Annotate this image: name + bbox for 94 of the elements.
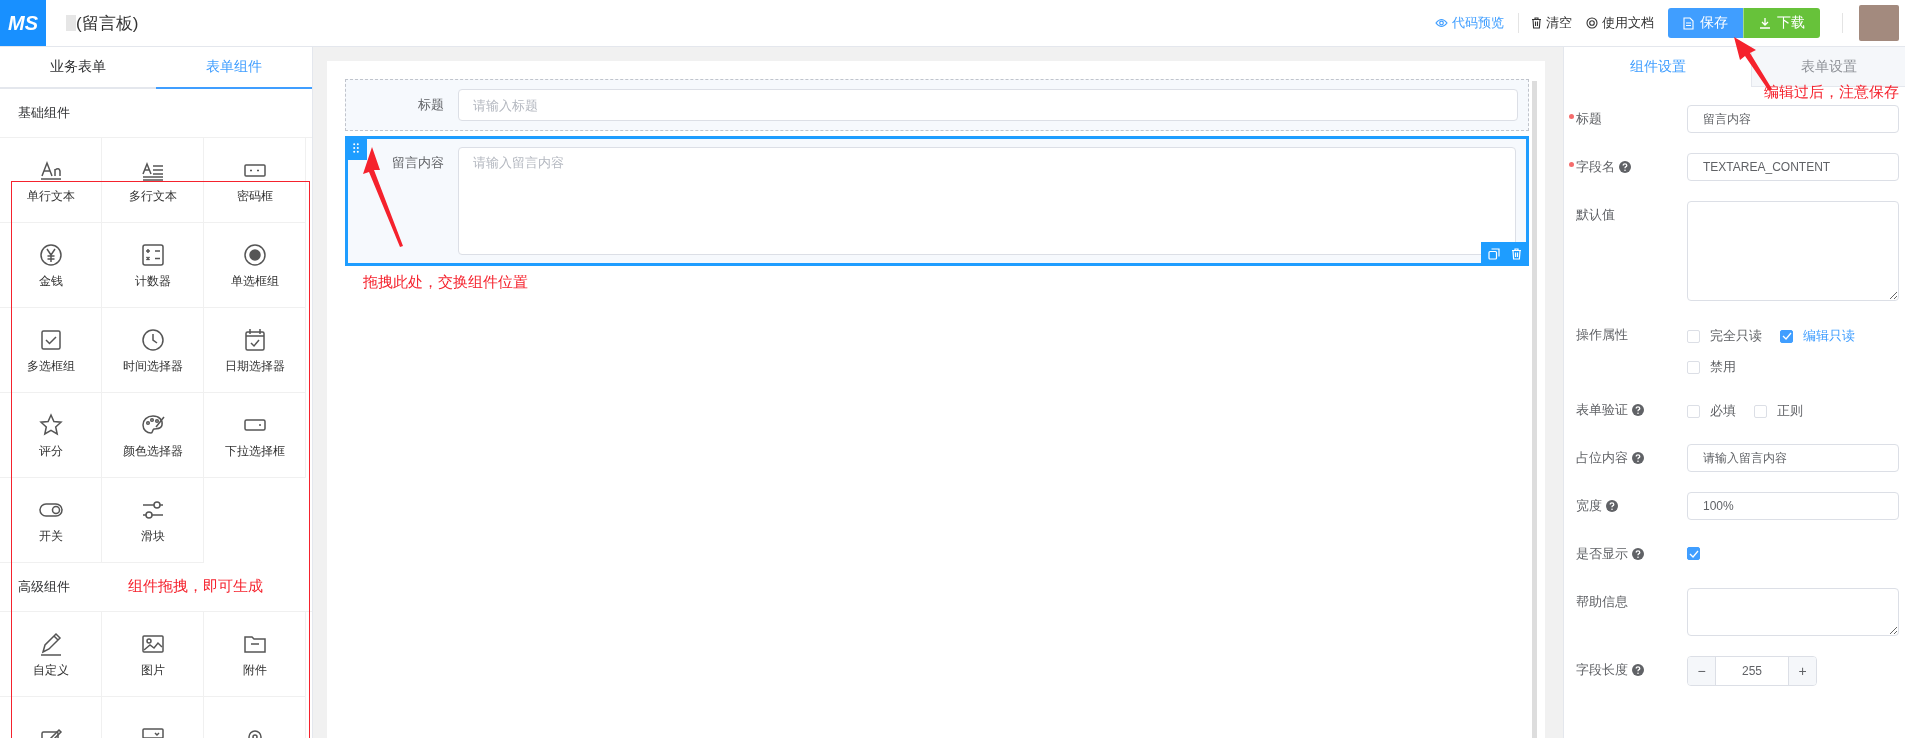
number-stepper[interactable]: − 255 + [1687,656,1817,686]
docs-link[interactable]: 使用文档 [1586,14,1654,32]
trash-icon [1531,17,1542,29]
scrollbar[interactable] [1532,81,1537,738]
component-label: 图片 [140,661,165,679]
component-label: 颜色选择器 [122,442,183,460]
form-item[interactable]: 留言内容 请输入留言内容 [345,136,1529,266]
field-label: 标题 [417,96,445,114]
group-title: 高级组件 [18,578,70,596]
field-label: 表单验证 [1576,401,1628,419]
component-label: 下拉选择框 [224,442,285,460]
decrement-button[interactable]: − [1688,657,1716,685]
app-logo: MS [0,0,46,46]
help-icon[interactable] [1632,452,1644,464]
component-tile[interactable]: 下拉选择框 [204,393,306,478]
checkbox-option[interactable]: 完全只读 [1687,327,1762,345]
check-icon [1781,332,1792,340]
checkbox-option[interactable]: 正则 [1754,402,1803,420]
component-label: 密码框 [236,187,273,205]
help-icon[interactable] [1632,548,1644,560]
document-icon [1683,16,1694,30]
input-field[interactable]: 请输入标题 [458,89,1518,121]
checkbox-option[interactable]: 禁用 [1687,358,1736,376]
help-icon[interactable] [1606,500,1618,512]
component-tile[interactable]: 自定义 [0,612,102,697]
component-tile[interactable]: 多行文本 [102,138,204,223]
field-label: 留言内容 [391,154,445,172]
field-label: 字段长度 [1576,661,1628,679]
clear-button[interactable]: 清空 [1531,14,1572,32]
field-label: 宽度 [1576,497,1602,515]
number-value: 255 [1741,663,1763,680]
page-title: (留言板) [76,12,139,35]
increment-button[interactable]: + [1788,657,1816,685]
input-field[interactable]: 留言内容 [1687,105,1899,133]
component-tile[interactable]: 附件 [204,612,306,697]
component-tile[interactable]: 金钱 [0,223,102,308]
field-label: 操作属性 [1576,326,1628,344]
help-icon[interactable] [1619,161,1631,173]
component-label: 单行文本 [26,187,75,205]
component-label: 滑块 [140,527,165,545]
textarea-field[interactable]: 请输入留言内容 [458,147,1516,255]
component-tile[interactable]: 密码框 [204,138,306,223]
component-tile[interactable]: 开关 [0,478,102,563]
lifebuoy-icon [1586,17,1598,29]
component-label: 附件 [242,661,267,679]
eye-icon [1435,18,1448,28]
annotation-text: 组件拖拽，即可生成 [128,577,263,596]
grip-icon [353,143,359,153]
component-tile[interactable]: 图片 [102,612,204,697]
component-label: 开关 [38,527,63,545]
group-title: 基础组件 [18,104,70,122]
panel-tab[interactable]: 业务表单 [0,47,156,89]
copy-icon [1488,248,1500,260]
input-field[interactable]: 100% [1687,492,1899,520]
download-icon [1759,17,1771,29]
field-label: 字段名 [1576,158,1615,176]
input-field[interactable]: TEXTAREA_CONTENT [1687,153,1899,181]
component-tile[interactable]: 单行文本 [0,138,102,223]
component-label: 评分 [38,442,63,460]
component-label: 多行文本 [128,187,177,205]
component-label: 单选框组 [230,272,279,290]
field-label: 默认值 [1576,206,1615,224]
annotation-text: 拖拽此处，交换组件位置 [362,272,528,292]
checkbox[interactable] [1780,329,1793,343]
component-tile[interactable]: 多选框组 [0,308,102,393]
checkbox-option[interactable]: 必填 [1687,402,1736,420]
form-item[interactable]: 标题 请输入标题 [345,79,1529,131]
component-tile[interactable]: 评分 [0,393,102,478]
component-label: 自定义 [32,661,69,679]
component-label: 日期选择器 [224,357,285,375]
component-tile[interactable]: 时间选择器 [102,308,204,393]
component-label: 时间选择器 [122,357,183,375]
textarea-field[interactable] [1687,201,1899,301]
help-icon[interactable] [1632,664,1644,676]
component-tile[interactable]: 滑块 [102,478,204,563]
component-label: 多选框组 [26,357,75,375]
component-tile[interactable]: 计数器 [102,223,204,308]
component-tile[interactable]: 日期选择器 [204,308,306,393]
field-label: 占位内容 [1576,449,1628,467]
textarea-field[interactable] [1687,588,1899,636]
component-tile[interactable]: 单选框组 [204,223,306,308]
component-tile[interactable]: 颜色选择器 [102,393,204,478]
trash-icon [1510,248,1522,260]
field-label: 帮助信息 [1576,593,1628,611]
help-icon[interactable] [1632,404,1644,416]
checkbox[interactable] [1687,547,1700,560]
field-label: 是否显示 [1576,545,1628,563]
check-icon [1688,549,1699,558]
component-label: 金钱 [38,272,63,290]
drag-handle[interactable] [345,136,367,160]
input-field[interactable]: 请输入留言内容 [1687,444,1899,472]
redacted-block [66,15,76,31]
field-label: 标题 [1576,110,1602,128]
component-label: 计数器 [134,272,171,290]
